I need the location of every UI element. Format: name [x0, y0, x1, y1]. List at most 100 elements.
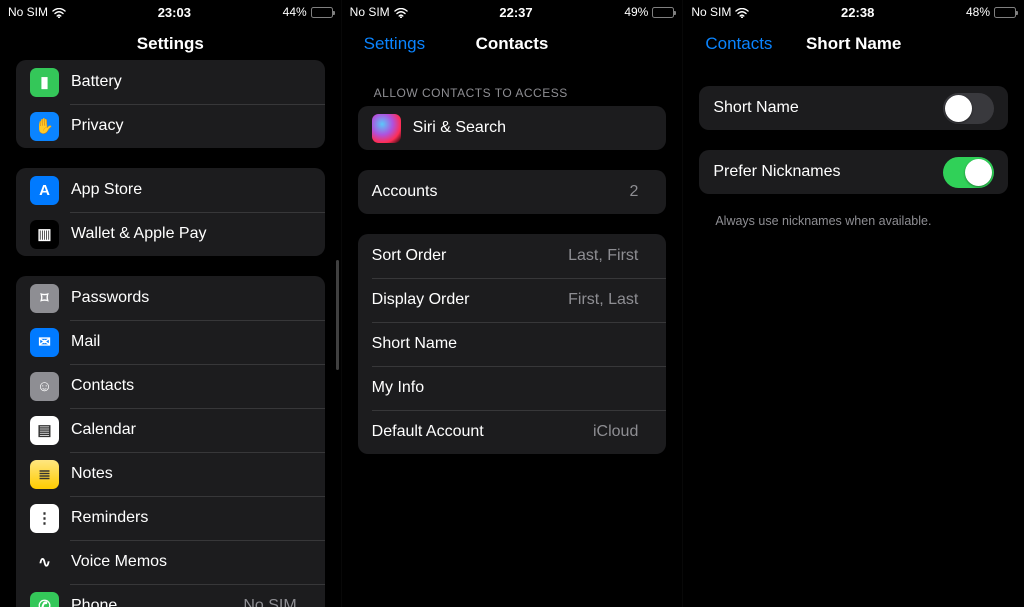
status-bar: No SIM 22:37 49%	[342, 2, 683, 22]
row-label: Short Name	[372, 335, 645, 353]
battery-pct: 49%	[624, 5, 648, 19]
nicknames-group: Prefer Nicknames	[699, 150, 1008, 194]
carrier-label: No SIM	[350, 5, 390, 19]
battery-icon	[311, 7, 333, 18]
chevron-right-icon	[644, 294, 652, 307]
reminders-icon: ⋮	[30, 504, 59, 533]
chevron-right-icon	[303, 336, 311, 349]
settings-group-general: ▮ Battery ✋ Privacy	[16, 60, 325, 148]
short-name-list[interactable]: Short Name Prefer Nicknames Always use n…	[683, 66, 1024, 607]
row-mail[interactable]: ✉ Mail	[16, 320, 325, 364]
row-label: Calendar	[71, 421, 303, 439]
settings-screen: No SIM 23:03 44% Settings ▮ Battery ✋ Priva…	[0, 0, 341, 607]
appstore-icon: A	[30, 176, 59, 205]
row-passwords[interactable]: ⌑Passwords	[16, 276, 325, 320]
clock: 22:37	[408, 5, 625, 20]
notes-icon: ≣	[30, 460, 59, 489]
row-my-info[interactable]: My Info	[358, 366, 667, 410]
row-label: Privacy	[71, 117, 303, 135]
row-sort-order[interactable]: Sort OrderLast, First	[358, 234, 667, 278]
display-group: Sort OrderLast, FirstDisplay OrderFirst,…	[358, 234, 667, 454]
contacts-settings-screen: No SIM 22:37 49% Settings Contacts ALLOW…	[341, 0, 683, 607]
row-label: My Info	[372, 379, 645, 397]
chevron-right-icon	[303, 512, 311, 525]
row-short-name[interactable]: Short Name	[358, 322, 667, 366]
chevron-right-icon	[303, 556, 311, 569]
row-notes[interactable]: ≣ Notes	[16, 452, 325, 496]
chevron-right-icon	[303, 424, 311, 437]
row-value: No SIM	[243, 597, 296, 607]
settings-group-store: AApp Store▥Wallet & Apple Pay	[16, 168, 325, 256]
prefer-nicknames-toggle[interactable]	[943, 157, 994, 188]
row-value: First, Last	[568, 291, 638, 309]
chevron-right-icon	[303, 600, 311, 607]
wallet-icon: ▥	[30, 220, 59, 249]
row-label: Passwords	[71, 289, 303, 307]
row-label: Mail	[71, 333, 303, 351]
row-privacy[interactable]: ✋ Privacy	[16, 104, 325, 148]
calendar-icon: ▤	[30, 416, 59, 445]
chevron-right-icon	[303, 380, 311, 393]
row-accounts[interactable]: Accounts 2	[358, 170, 667, 214]
nav-header: Settings Contacts	[342, 22, 683, 66]
row-reminders[interactable]: ⋮Reminders	[16, 496, 325, 540]
chevron-right-icon	[644, 122, 652, 135]
page-title: Settings	[0, 34, 341, 54]
phone-icon: ✆	[30, 592, 59, 607]
privacy-icon: ✋	[30, 112, 59, 141]
short-name-group: Short Name	[699, 86, 1008, 130]
row-value: iCloud	[593, 423, 638, 441]
mail-icon: ✉	[30, 328, 59, 357]
row-display-order[interactable]: Display OrderFirst, Last	[358, 278, 667, 322]
chevron-left-icon	[350, 34, 362, 54]
row-voice-memos[interactable]: ∿ Voice Memos	[16, 540, 325, 584]
back-button[interactable]: Settings	[342, 34, 425, 54]
row-label: Contacts	[71, 377, 303, 395]
chevron-right-icon	[303, 228, 311, 241]
row-phone[interactable]: ✆ PhoneNo SIM	[16, 584, 325, 607]
settings-list[interactable]: ▮ Battery ✋ Privacy AApp Store▥Wallet & App…	[0, 60, 341, 607]
siri-group: Siri & Search	[358, 106, 667, 150]
battery-icon: ▮	[30, 68, 59, 97]
row-label: Battery	[71, 73, 303, 91]
row-label: Short Name	[713, 99, 943, 117]
row-value: 2	[629, 183, 638, 201]
chevron-right-icon	[644, 338, 652, 351]
settings-group-apps: ⌑Passwords ✉ Mail ☺ Contacts ▤ Calendar ≣ Notes ⋮…	[16, 276, 325, 607]
row-app-store[interactable]: AApp Store	[16, 168, 325, 212]
accounts-group: Accounts 2	[358, 170, 667, 214]
row-default-account[interactable]: Default AccountiCloud	[358, 410, 667, 454]
row-label: Accounts	[372, 183, 630, 201]
scroll-indicator	[336, 260, 339, 370]
row-contacts[interactable]: ☺ Contacts	[16, 364, 325, 408]
nav-header: Contacts Short Name	[683, 22, 1024, 66]
siri-icon	[372, 114, 401, 143]
chevron-right-icon	[303, 120, 311, 133]
row-label: Notes	[71, 465, 303, 483]
row-short-name[interactable]: Short Name	[699, 86, 1008, 130]
row-label: Siri & Search	[413, 119, 645, 137]
row-label: Voice Memos	[71, 553, 303, 571]
voicememos-icon: ∿	[30, 548, 59, 577]
chevron-right-icon	[644, 426, 652, 439]
short-name-toggle[interactable]	[943, 93, 994, 124]
row-value: Last, First	[568, 247, 638, 265]
row-label: Phone	[71, 597, 243, 607]
battery-icon	[994, 7, 1016, 18]
row-label: Display Order	[372, 291, 568, 309]
chevron-right-icon	[303, 184, 311, 197]
status-bar: No SIM 23:03 44%	[0, 2, 341, 22]
nicknames-footer: Always use nicknames when available.	[699, 214, 1008, 228]
back-button[interactable]: Contacts	[683, 34, 772, 54]
chevron-right-icon	[303, 292, 311, 305]
chevron-left-icon	[691, 34, 703, 54]
row-calendar[interactable]: ▤ Calendar	[16, 408, 325, 452]
row-label: Prefer Nicknames	[713, 163, 943, 181]
contacts-icon: ☺	[30, 372, 59, 401]
row-battery[interactable]: ▮ Battery	[16, 60, 325, 104]
clock: 22:38	[749, 5, 966, 20]
row-prefer-nicknames[interactable]: Prefer Nicknames	[699, 150, 1008, 194]
row-siri-search[interactable]: Siri & Search	[358, 106, 667, 150]
contacts-settings-list[interactable]: ALLOW CONTACTS TO ACCESS Siri & Search A…	[342, 66, 683, 607]
row-wallet-apple-pay[interactable]: ▥Wallet & Apple Pay	[16, 212, 325, 256]
